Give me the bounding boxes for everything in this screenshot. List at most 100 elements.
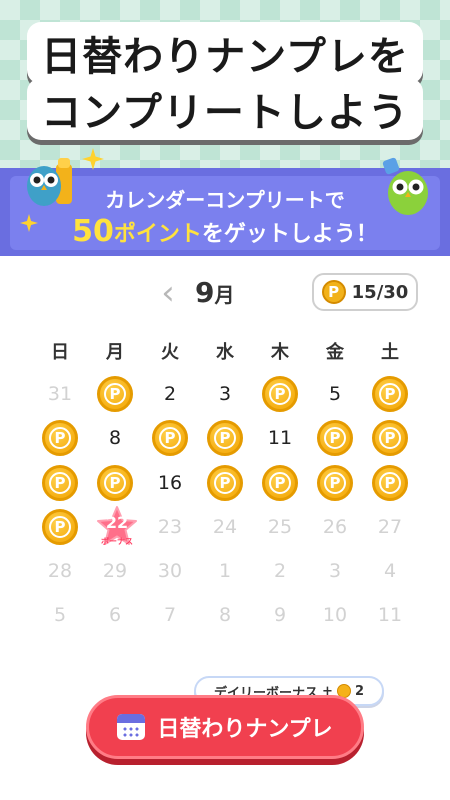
coin-glyph: P [324,427,346,449]
month-unit: 月 [214,283,235,307]
calendar-day-stamped: P [315,418,355,458]
coin-stamp-icon: P [372,465,408,501]
coin-glyph: P [104,383,126,405]
coin-glyph: P [49,516,71,538]
calendar-day-inactive: 24 [212,516,238,538]
coin-glyph: P [214,427,236,449]
weekday-label: 月 [106,342,124,363]
hero-title-line2: コンプリートしよう [0,78,450,140]
coin-stamp-icon: P [42,420,78,456]
calendar-day-today-bonus: 22 ボーナス [95,506,137,547]
prev-month-button[interactable]: ‹ [155,276,181,310]
calendar-day-stamped: P [370,374,410,414]
banner-points-number: 50 [72,214,114,249]
weekday-label: 木 [271,342,289,363]
coin-stamp-icon: P [317,465,353,501]
calendar-day-stamped: P [40,463,80,503]
calendar-day-inactive: 29 [102,560,128,582]
calendar-day-inactive: 7 [163,604,177,626]
calendar-day-stamped: P [205,463,245,503]
calendar-day-inactive: 1 [218,560,232,582]
calendar-day: 8 [108,427,122,449]
calendar-day-stamped: P [260,374,300,414]
coin-stamp-icon: P [207,420,243,456]
daily-puzzle-button-label: 日替わりナンプレ [157,717,333,742]
coin-stamp-icon: P [207,465,243,501]
calendar-day-inactive: 23 [157,516,183,538]
coin-stamp-icon: P [152,420,188,456]
weekday-label: 日 [51,342,69,363]
calendar-day-inactive: 2 [273,560,287,582]
weekday-label: 水 [216,342,234,363]
calendar-day-stamped: P [95,374,135,414]
points-progress-text: 15/30 [351,281,409,303]
calendar-day-inactive: 3 [328,560,342,582]
coin-stamp-icon: P [317,420,353,456]
calendar-day: 5 [328,383,342,405]
calendar-day-inactive: 5 [53,604,67,626]
calendar-day: 16 [157,472,183,494]
calendar-day-inactive: 30 [157,560,183,582]
month-number: 9 [195,276,215,309]
coin-stamp-icon: P [262,376,298,412]
banner-text-rest: をゲットしよう！ [201,222,378,247]
coin-stamp-icon: P [372,376,408,412]
calendar-day-stamped: P [205,418,245,458]
coin-stamp-icon: P [372,420,408,456]
coin-glyph: P [214,472,236,494]
calendar-day-inactive: 27 [377,516,403,538]
month-title: 9月 [195,276,234,309]
daily-bonus-amount: 2 [354,683,364,699]
coin-glyph: P [49,427,71,449]
calendar-day: 3 [218,383,232,405]
calendar-day-inactive: 10 [322,604,348,626]
coin-glyph: P [159,427,181,449]
calendar-day: 11 [267,427,293,449]
banner-points-word: ポイント [113,222,202,247]
hero-title-line1: 日替わりナンプレを [0,22,450,84]
calendar-day-inactive: 26 [322,516,348,538]
calendar-day-inactive: 28 [47,560,73,582]
calendar-day-stamped: P [370,463,410,503]
calendar-day-stamped: P [40,418,80,458]
calendar-day-stamped: P [260,463,300,503]
points-progress-badge: P 15/30 [312,273,418,311]
coin-stamp-icon: P [97,465,133,501]
coin-glyph: P [379,472,401,494]
coin-glyph: P [379,427,401,449]
calendar-day-inactive: 25 [267,516,293,538]
sparkle-icon [20,214,38,232]
calendar-day-stamped: P [315,463,355,503]
calendar-day-inactive: 9 [273,604,287,626]
calendar-day-inactive: 6 [108,604,122,626]
bonus-label: ボーナス [101,537,133,546]
weekday-label: 金 [326,342,344,363]
bonus-day-number: 22 [105,513,129,532]
calendar-day: 2 [163,383,177,405]
coin-glyph: P [379,383,401,405]
coin-stamp-icon: P [42,465,78,501]
coin-glyph: P [324,472,346,494]
calendar-day-stamped: P [95,463,135,503]
sparkle-icon [82,148,104,170]
calendar-day-stamped: P [150,418,190,458]
coin-icon: P [321,280,346,304]
calendar-day-inactive: 11 [377,604,403,626]
calendar-day-inactive: 8 [218,604,232,626]
coin-glyph: P [49,472,71,494]
coin-stamp-icon: P [262,465,298,501]
coin-glyph: P [269,472,291,494]
calendar-icon [117,714,146,740]
weekday-label: 土 [381,342,399,363]
calendar-day-stamped: P [40,507,80,547]
calendar-day-stamped: P [370,418,410,458]
green-owl-mascot-icon [382,157,428,215]
banner-text-line2: 50ポイントをゲットしよう！ [0,214,450,249]
coin-stamp-icon: P [42,509,78,545]
coin-glyph: P [269,383,291,405]
calendar-day-inactive: 4 [383,560,397,582]
calendar-day-inactive: 31 [47,383,73,405]
owl-mascot-icon [27,158,72,206]
daily-puzzle-button[interactable]: 日替わりナンプレ [86,695,364,759]
coin-stamp-icon: P [97,376,133,412]
